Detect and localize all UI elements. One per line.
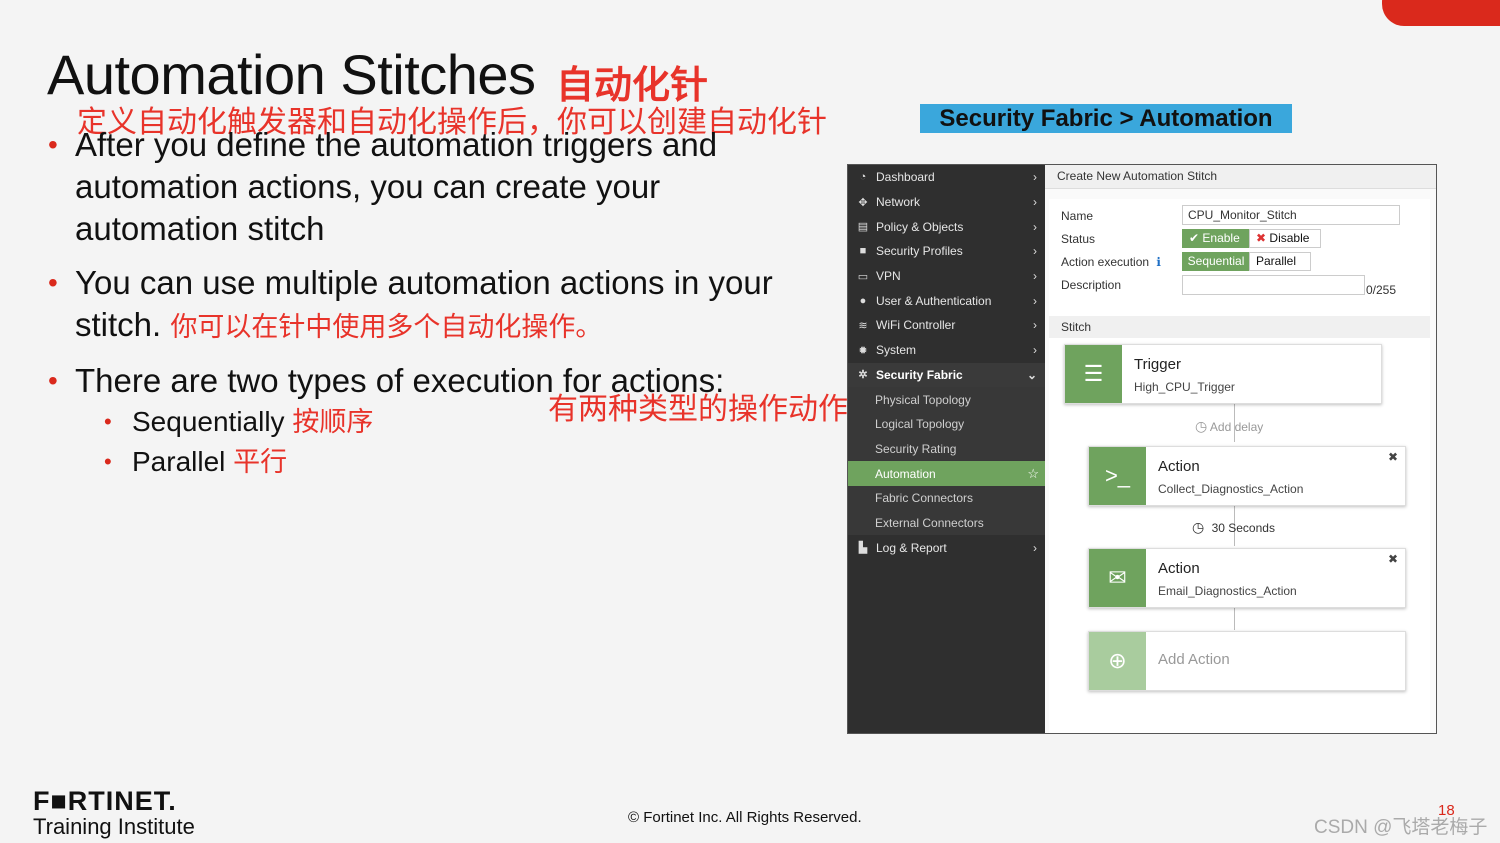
clock-icon: ◷ [1192,519,1205,535]
sidebar-sub-external-connectors[interactable]: External Connectors [848,510,1045,536]
description-label: Description [1061,278,1122,292]
enable-button[interactable]: ✔ Enable [1182,229,1250,248]
sidebar-sub-logical-topology[interactable]: Logical Topology [848,411,1045,437]
sidebar-item-dashboard[interactable]: ◔ Dashboard › [848,165,1045,190]
parallel-button[interactable]: Parallel [1249,252,1311,271]
close-icon[interactable]: ✖ [1388,552,1398,566]
wifi-icon: ≋ [858,319,868,332]
lock-icon: ■ [859,245,867,258]
chevron-right-icon: › [1033,195,1037,210]
sidebar-item-wifi[interactable]: ≋ WiFi Controller › [848,313,1045,338]
info-icon[interactable]: ℹ [1156,255,1161,269]
chevron-right-icon: › [1033,540,1037,555]
network-icon: ✥ [858,196,868,209]
sidebar-item-security-profiles[interactable]: ■ Security Profiles › [848,239,1045,264]
dashboard-icon: ◔ [859,171,867,184]
chevron-down-icon: ⌄ [1026,367,1037,382]
clock-add-icon: ◷ [1195,418,1208,434]
exec-label: Action execution ℹ [1061,255,1161,269]
fortigate-screenshot: ◔ Dashboard › ✥ Network › ▤ Policy & Objects ›… [847,164,1437,734]
logo-subtitle: Training Institute [33,814,195,839]
gear-icon: ✹ [858,344,868,357]
star-icon[interactable]: ☆ [1027,466,1039,482]
bullet-list: After you define the automation triggers… [48,124,828,482]
name-label: Name [1061,209,1094,223]
sidebar-item-log-report[interactable]: ▙ Log & Report › [848,535,1045,560]
panel-header: Create New Automation Stitch [1045,165,1436,189]
breadcrumb-banner: Security Fabric > Automation [920,104,1292,133]
watermark: CSDN @飞塔老梅子 [1314,817,1488,838]
sidebar-item-user[interactable]: ● User & Authentication › [848,288,1045,313]
action-card-2[interactable]: ✉ Action Email_Diagnostics_Action ✖ [1088,548,1406,608]
check-icon: ✔ [1189,231,1200,245]
chevron-right-icon: › [1033,244,1037,259]
bullet-2-cn: 你可以在针中使用多个自动化操作。 [170,312,603,342]
fortinet-logo: F■RTINET. [33,786,177,816]
description-counter: 0/255 [1366,283,1397,297]
sidebar-item-system[interactable]: ✹ System › [848,338,1045,363]
bullet-1: After you define the automation triggers… [48,124,828,250]
main-panel: Create New Automation Stitch Name CPU_Mo… [1045,165,1436,733]
trigger-icon: ☰ [1065,345,1122,403]
chevron-right-icon: › [1033,170,1037,185]
sidebar-sub-security-rating[interactable]: Security Rating [848,436,1045,462]
stitch-canvas: ☰ Trigger High_CPU_Trigger ◷ Add delay >… [1049,338,1430,733]
corner-accent [1382,0,1500,26]
chevron-right-icon: › [1033,293,1037,308]
stitch-form: Name CPU_Monitor_Stitch Status ✔ Enable … [1049,199,1430,317]
stitch-label: Stitch [1049,316,1430,338]
close-icon[interactable]: ✖ [1388,450,1398,464]
add-action-card[interactable]: ⊕ Add Action [1088,631,1406,691]
sidebar-sub-automation[interactable]: Automation ☆ [848,461,1045,486]
sidebar-sub-fabric-connectors[interactable]: Fabric Connectors [848,485,1045,511]
sidebar-item-vpn[interactable]: ▭ VPN › [848,264,1045,289]
status-label: Status [1061,232,1096,246]
description-input[interactable] [1182,275,1365,295]
chevron-right-icon: › [1033,343,1037,358]
sequential-button[interactable]: Sequential [1182,252,1250,271]
chevron-right-icon: › [1033,269,1037,284]
sidebar-nav: ◔ Dashboard › ✥ Network › ▤ Policy & Objects ›… [848,165,1045,733]
trigger-card[interactable]: ☰ Trigger High_CPU_Trigger [1064,344,1382,404]
delay-value[interactable]: ◷ 30 Seconds [1192,519,1275,536]
sub-bullet-parallel: Parallel 平行 [48,442,828,482]
policy-icon: ▤ [857,221,869,234]
disable-button[interactable]: ✖ Disable [1249,229,1321,248]
add-delay-link[interactable]: ◷ Add delay [1195,418,1263,435]
copyright: © Fortinet Inc. All Rights Reserved. [628,809,862,826]
chevron-right-icon: › [1033,219,1037,234]
close-circle-icon: ✖ [1256,231,1267,245]
action-card-1[interactable]: >_ Action Collect_Diagnostics_Action ✖ [1088,446,1406,506]
terminal-icon: >_ [1089,447,1146,505]
sidebar-item-network[interactable]: ✥ Network › [848,190,1045,215]
plus-circle-icon: ⊕ [1089,632,1146,690]
envelope-icon: ✉ [1089,549,1146,607]
user-icon: ● [859,294,867,307]
laptop-icon: ▭ [857,270,869,283]
sidebar-item-policy[interactable]: ▤ Policy & Objects › [848,214,1045,239]
annotation-mid: 有两种类型的操作动作： [548,393,878,426]
chevron-right-icon: › [1033,318,1037,333]
fabric-icon: ✲ [858,369,868,382]
name-input[interactable]: CPU_Monitor_Stitch [1182,205,1400,225]
sidebar-item-security-fabric[interactable]: ✲ Security Fabric ⌄ [848,362,1045,388]
chart-icon: ▙ [858,542,868,555]
bullet-2: You can use multiple automation actions … [48,262,828,348]
sidebar-sub-physical-topology[interactable]: Physical Topology [848,387,1045,412]
